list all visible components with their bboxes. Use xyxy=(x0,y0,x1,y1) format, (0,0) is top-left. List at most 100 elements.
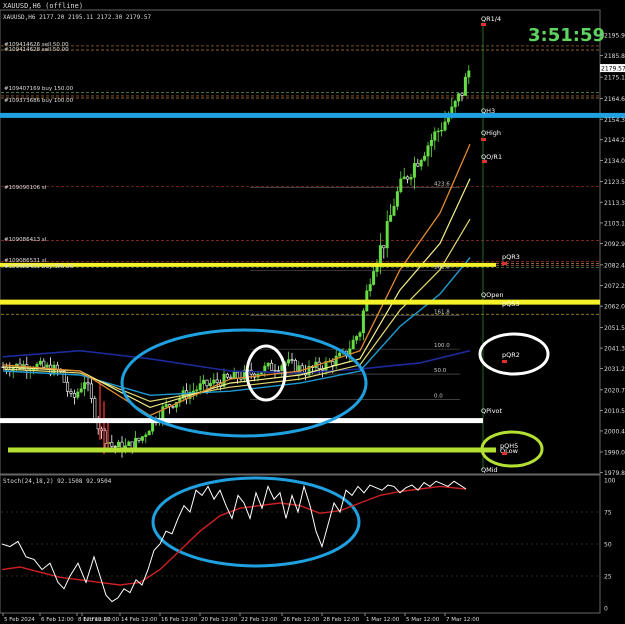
candle-body xyxy=(266,362,270,367)
price-axis-label: 2164.60 xyxy=(604,96,625,103)
price-axis-label: 2031.20 xyxy=(604,366,625,373)
candle-body xyxy=(208,383,212,387)
candle-body xyxy=(331,361,335,366)
candle-body xyxy=(460,93,464,96)
candle-body xyxy=(164,404,168,407)
candle-body xyxy=(76,391,80,398)
time-axis-label: 5 Mar 12:00 xyxy=(406,617,440,623)
candle-body xyxy=(412,163,416,178)
candle-body xyxy=(191,390,195,393)
price-axis-label: 2103.10 xyxy=(604,220,625,227)
candle-body xyxy=(402,176,406,180)
candle-body xyxy=(38,360,42,365)
price-axis-label: 2072.20 xyxy=(604,283,625,290)
candle-body xyxy=(270,362,274,371)
pivot-label: QOpen xyxy=(481,291,503,299)
pivot-label: QHigh xyxy=(481,129,501,137)
price-axis-label: 2051.50 xyxy=(604,325,625,332)
candle-body xyxy=(66,381,70,392)
candle-body xyxy=(419,159,423,167)
candle-body xyxy=(83,382,87,390)
candle-body xyxy=(395,191,399,207)
candle-body xyxy=(358,332,362,337)
chart-window: XAUUSD,H6 (offline) XAUUSD,H6 2177.20 21… xyxy=(0,0,625,624)
stoch-axis-label: 0 xyxy=(604,606,608,613)
pivot-marker xyxy=(502,452,507,455)
candle-body xyxy=(144,434,148,437)
yellow-level-bar xyxy=(0,262,496,267)
price-axis-label: 2195.90 xyxy=(604,33,625,40)
candle-body xyxy=(453,100,457,108)
candle-body xyxy=(273,370,277,372)
candle-body xyxy=(406,176,410,180)
candle-body xyxy=(117,441,121,448)
price-axis-label: 2113.30 xyxy=(604,200,625,207)
time-axis-label: 14 Feb 12:00 xyxy=(121,617,158,623)
price-axis-label: 2092.90 xyxy=(604,241,625,248)
candle-body xyxy=(202,379,206,384)
candle-body xyxy=(137,437,141,441)
candle-body xyxy=(409,177,413,180)
candle-body xyxy=(45,364,49,368)
candle-body xyxy=(334,355,338,366)
candle-body xyxy=(93,398,97,420)
candle-body xyxy=(232,371,236,379)
candle-body xyxy=(236,371,240,379)
pivot-label: QMid xyxy=(481,466,498,474)
price-axis-label: 1979.80 xyxy=(604,470,625,477)
candle-body xyxy=(382,245,386,249)
candle-body xyxy=(79,388,83,393)
stoch-header: Stoch(24,18,2) 92.1508 92.9504 xyxy=(3,478,112,485)
candle-body xyxy=(198,383,202,391)
trade-label: #109088431 buy 300.00 xyxy=(4,264,74,270)
stoch-axis-label: 50 xyxy=(604,542,612,549)
candle-body xyxy=(276,370,280,372)
candle-body xyxy=(463,76,467,96)
candle-body xyxy=(436,130,440,133)
time-axis-label: 1 Mar 12:00 xyxy=(366,617,400,623)
price-axis-label: 2020.70 xyxy=(604,387,625,394)
candle-body xyxy=(361,310,365,334)
candle-body xyxy=(147,430,151,436)
fib-label: 161.8 xyxy=(434,309,450,315)
blue-level-bar xyxy=(0,112,625,118)
pivot-marker xyxy=(481,138,486,141)
candle-body xyxy=(215,379,219,383)
candle-body xyxy=(440,129,444,132)
chart-canvas: XAUUSD,H6 (offline) XAUUSD,H6 2177.20 21… xyxy=(0,2,625,623)
candle-body xyxy=(113,445,117,448)
pivot-label: QO/R1 xyxy=(481,153,502,161)
price-axis-label: 2010.50 xyxy=(604,408,625,415)
candle-body xyxy=(290,359,294,361)
candle-body xyxy=(280,365,284,371)
price-axis-label: 2175.10 xyxy=(604,75,625,82)
pivot-marker xyxy=(482,160,487,163)
stoch-axis-label: 25 xyxy=(604,574,612,581)
candle-body xyxy=(195,389,199,392)
time-axis-label: 7 Mar 12:00 xyxy=(446,617,480,623)
candle-body xyxy=(399,178,403,192)
candle-body xyxy=(457,93,461,102)
candle-body xyxy=(205,379,209,387)
fib-label: 100.0 xyxy=(434,343,450,349)
candle-body xyxy=(351,339,355,350)
fib-label: 261.8 xyxy=(434,265,450,271)
candle-body xyxy=(423,155,427,161)
time-axis-label: 22 Feb 12:00 xyxy=(241,617,278,623)
candle-body xyxy=(225,373,229,378)
time-axis-label: 28 Feb 12:00 xyxy=(323,617,360,623)
main-panel-frame xyxy=(0,9,601,475)
current-price-tag: 2179.57 xyxy=(601,66,625,73)
price-axis-label: 2041.30 xyxy=(604,346,625,353)
trade-label: #109373686 buy 100.00 xyxy=(4,98,74,104)
symbol-header: XAUUSD,H6 2177.20 2195.11 2172.30 2179.5… xyxy=(3,14,151,21)
candle-body xyxy=(42,360,46,368)
fib-label: 423.6 xyxy=(434,182,450,188)
pivot-marker xyxy=(502,262,507,265)
candle-body xyxy=(161,406,165,419)
time-axis-label: 26 Feb 12:00 xyxy=(283,617,320,623)
candle-body xyxy=(100,428,104,432)
window-title: XAUUSD,H6 (offline) xyxy=(3,2,83,10)
candle-body xyxy=(429,139,433,147)
time-axis-label: 16 Feb 12:00 xyxy=(161,617,198,623)
